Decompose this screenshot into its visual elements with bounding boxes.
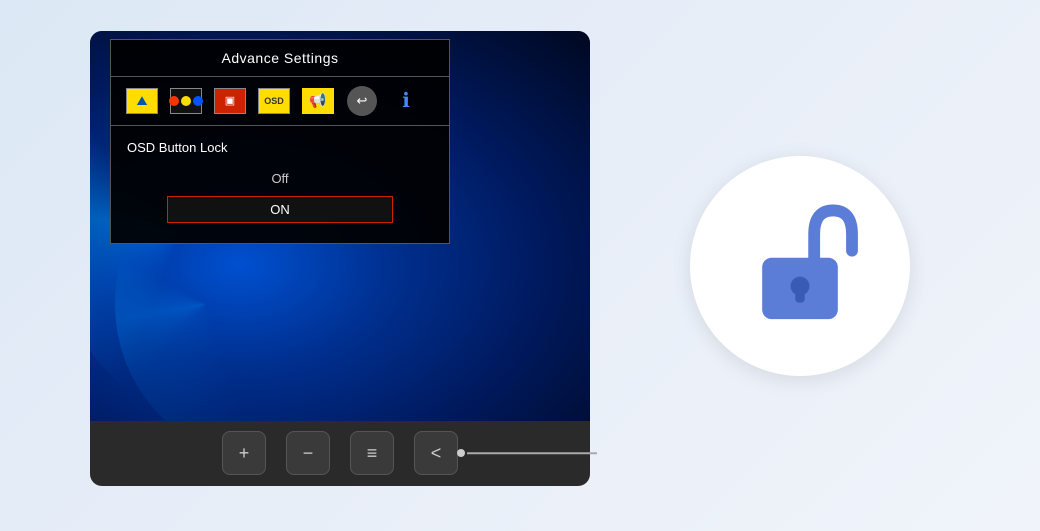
monitor-wrapper: Advance Settings ⛰: [80, 31, 600, 501]
monitor-controls-bar: + − ≡ <: [90, 421, 590, 486]
image-menu-icon[interactable]: ⛰: [125, 87, 159, 115]
advanced-icon-box: ▣: [214, 88, 246, 114]
info-menu-icon[interactable]: ℹ: [389, 87, 423, 115]
color-dots: [169, 96, 203, 106]
connector-line: [467, 452, 597, 454]
osd-overlay: Advance Settings ⛰: [110, 39, 450, 244]
minus-button[interactable]: −: [286, 431, 330, 475]
color-menu-icon[interactable]: [169, 87, 203, 115]
lock-area: [600, 156, 1000, 376]
advanced-menu-icon[interactable]: ▣: [213, 87, 247, 115]
osd-option-off[interactable]: Off: [127, 167, 433, 190]
audio-menu-icon[interactable]: 📢: [301, 87, 335, 115]
connector-line-svg: [467, 452, 597, 454]
back-button[interactable]: <: [414, 431, 458, 475]
osd-icons-row: ⛰: [111, 77, 449, 126]
image-icon-box: ⛰: [126, 88, 158, 114]
menu-button[interactable]: ≡: [350, 431, 394, 475]
input-icon-box: ↩: [347, 86, 377, 116]
osd-option-on[interactable]: ON: [167, 196, 393, 223]
input-menu-icon[interactable]: ↩: [345, 87, 379, 115]
lock-circle: [690, 156, 910, 376]
osd-menu-icon[interactable]: OSD: [257, 87, 291, 115]
dot-yellow: [181, 96, 191, 106]
plus-button[interactable]: +: [222, 431, 266, 475]
osd-title: Advance Settings: [111, 40, 449, 77]
audio-icon-box: 📢: [302, 88, 334, 114]
main-container: Advance Settings ⛰: [0, 0, 1040, 531]
osd-icon-box: OSD: [258, 88, 290, 114]
osd-section-title: OSD Button Lock: [127, 140, 433, 155]
connector-dot: [457, 449, 465, 457]
info-icon-symbol: ℹ: [402, 88, 410, 113]
lock-icon: [735, 201, 865, 331]
monitor-screen: Advance Settings ⛰: [90, 31, 590, 421]
dot-blue: [193, 96, 203, 106]
osd-content: OSD Button Lock Off ON: [111, 126, 449, 243]
dot-red: [169, 96, 179, 106]
